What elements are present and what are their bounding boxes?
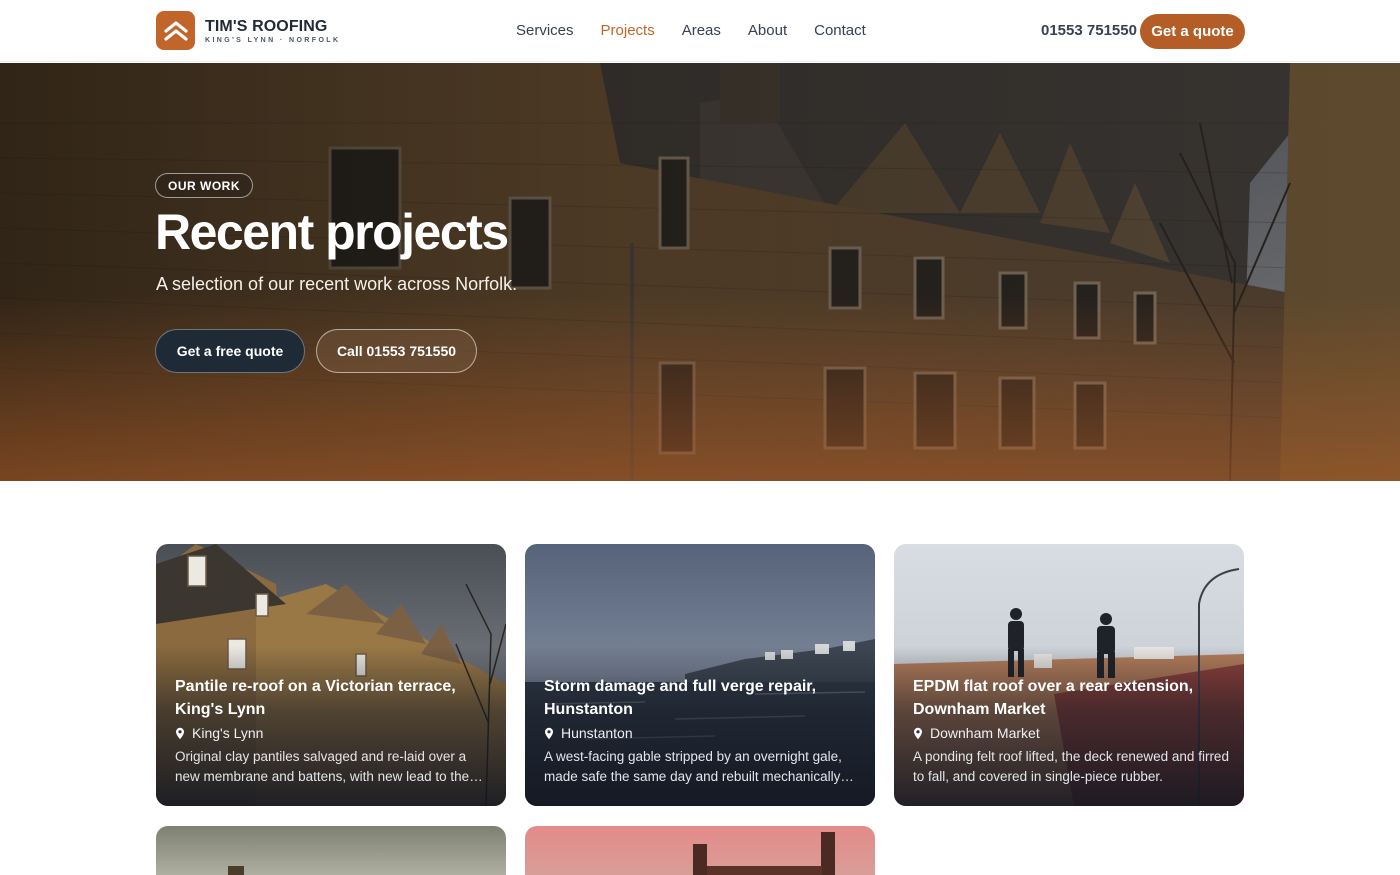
nav-areas[interactable]: Areas (682, 22, 721, 39)
project-description: A ponding felt roof lifted, the deck ren… (913, 749, 1229, 784)
call-phone-button[interactable]: Call 01553 751550 (316, 329, 477, 373)
project-card[interactable]: EPDM flat roof over a rear extension, Do… (894, 544, 1244, 806)
brand-tagline: KING'S LYNN · NORFOLK (205, 36, 341, 44)
map-pin-icon (914, 727, 922, 739)
get-free-quote-button[interactable]: Get a free quote (155, 329, 305, 373)
logo[interactable]: TIM'S ROOFING KING'S LYNN · NORFOLK (156, 11, 340, 50)
hero-section: OUR WORK Recent projects A selection of … (0, 63, 1400, 481)
project-location: Hunstanton (561, 725, 633, 741)
map-pin-icon (545, 727, 553, 739)
project-description: A west-facing gable stripped by an overn… (544, 749, 842, 784)
site-header: TIM'S ROOFING KING'S LYNN · NORFOLK Serv… (0, 0, 1400, 62)
project-title: Storm damage and full verge repair, Huns… (544, 678, 817, 718)
project-card[interactable]: Storm damage and full verge repair, Huns… (525, 544, 875, 806)
project-location: Downham Market (930, 725, 1040, 741)
map-pin-icon (176, 727, 184, 739)
project-description: Original clay pantiles salvaged and re-l… (175, 749, 470, 784)
project-photo (525, 826, 875, 875)
nav-services[interactable]: Services (516, 22, 574, 39)
hero-background-image (0, 63, 1400, 481)
project-card[interactable] (156, 826, 506, 875)
nav-projects[interactable]: Projects (601, 22, 655, 39)
project-title: Pantile re-roof on a Victorian terrace, … (175, 678, 456, 718)
project-photo (156, 826, 506, 875)
get-quote-button[interactable]: Get a quote (1140, 14, 1245, 49)
roof-logo-icon (156, 11, 195, 50)
nav-contact[interactable]: Contact (814, 22, 866, 39)
hero-subtitle: A selection of our recent work across No… (156, 274, 518, 294)
main-nav: Services Projects Areas About Contact (516, 22, 866, 39)
project-title: EPDM flat roof over a rear extension, Do… (913, 678, 1194, 718)
header-phone-link[interactable]: 01553 751550 (1041, 22, 1137, 39)
project-location: King's Lynn (192, 725, 264, 741)
page-title: Recent projects (155, 204, 509, 260)
brand-name: TIM'S ROOFING (205, 17, 328, 35)
hero-badge: OUR WORK (155, 173, 253, 198)
nav-about[interactable]: About (748, 22, 787, 39)
project-card[interactable] (525, 826, 875, 875)
project-card[interactable]: Pantile re-roof on a Victorian terrace, … (156, 544, 506, 806)
